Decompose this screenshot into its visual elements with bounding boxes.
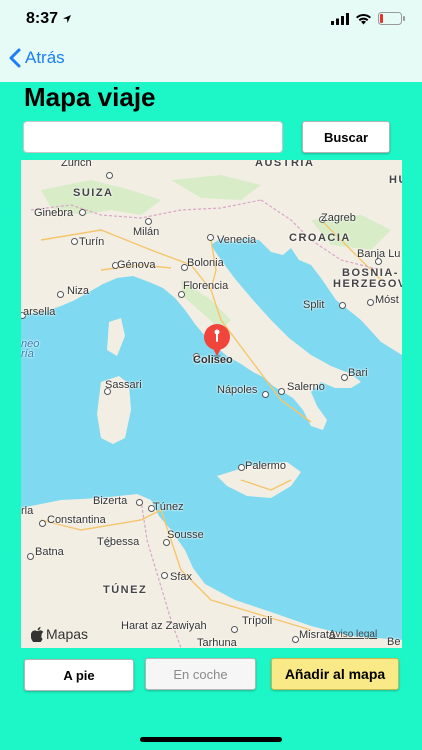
map-label-florencia: Florencia — [183, 280, 229, 292]
map-dot-tripoli — [231, 626, 238, 633]
map-label-bolonia: Bolonia — [187, 257, 224, 269]
battery-low-icon — [378, 12, 405, 25]
map-label-palermo: Palermo — [245, 460, 286, 472]
map-pin-icon[interactable] — [202, 323, 232, 359]
car-button[interactable]: En coche — [145, 658, 256, 690]
home-indicator — [140, 737, 282, 742]
map-label-bizerta: Bizerta — [93, 495, 128, 507]
map-label-sousse: Sousse — [167, 529, 204, 541]
top-bar: 8:37 Atrás — [0, 0, 422, 82]
map-label-marsella: arsella — [23, 306, 56, 318]
map-dot-bizerta — [136, 499, 143, 506]
map-label-harat: Harat az Zawiyah — [121, 620, 207, 632]
map-label-niza: Niza — [67, 285, 90, 297]
map-dot-bari — [341, 374, 348, 381]
walk-button[interactable]: A pie — [24, 659, 134, 691]
map-label-tunez-city: Túnez — [153, 501, 184, 513]
map-dot-split — [339, 302, 346, 309]
legal-link[interactable]: Aviso legal — [329, 629, 377, 640]
map-dot-zurich — [106, 172, 113, 179]
time-text: 8:37 — [26, 10, 59, 27]
search-button[interactable]: Buscar — [302, 121, 390, 153]
map-dot-mostar — [367, 299, 374, 306]
map-label-turin: Turín — [79, 236, 105, 248]
map-dot-misrata — [292, 636, 299, 643]
map-label-ria: rla — [21, 505, 34, 517]
map-dot-venecia — [207, 234, 214, 241]
apple-logo-icon — [31, 626, 44, 642]
apple-maps-logo: Mapas — [31, 626, 88, 642]
back-button[interactable]: Atrás — [8, 48, 65, 68]
map-label-sassari: Sassari — [105, 379, 142, 391]
map-label-austria: AUSTRIA — [255, 160, 315, 169]
map-dot-turin — [71, 238, 78, 245]
map-label-herzegovina: HERZEGOVI — [333, 278, 402, 290]
map-label-tunez-country: TÚNEZ — [103, 584, 148, 596]
map-dot-niza — [57, 291, 64, 298]
map-dot-constantina — [39, 520, 46, 527]
add-to-map-button[interactable]: Añadir al mapa — [271, 658, 399, 690]
map-dot-milan — [145, 218, 152, 225]
map-label-napoles: Nápoles — [217, 384, 258, 396]
map-label-bari: Bari — [348, 367, 368, 379]
status-bar: 8:37 — [0, 0, 422, 40]
map-dot-palermo — [238, 464, 245, 471]
map-label-suiza: SUIZA — [73, 187, 114, 199]
map-label-zagreb: Zagreb — [321, 212, 356, 224]
map-label-tebessa: Tébessa — [97, 536, 140, 548]
map-label-sea-left-2: ría — [21, 348, 34, 360]
map-dot-florencia — [178, 291, 185, 298]
map-view[interactable]: SUIZA AUSTRIA HU CROACIA BOSNIA- HERZEGO… — [21, 160, 402, 648]
wifi-icon — [356, 13, 371, 24]
back-label: Atrás — [25, 48, 65, 67]
map-dot-ginebra — [79, 209, 86, 216]
status-time: 8:37 — [26, 10, 72, 28]
page-title: Mapa viaje — [24, 82, 156, 112]
map-dot-sfax — [161, 572, 168, 579]
map-label-venecia: Venecia — [217, 234, 257, 246]
status-icons — [331, 12, 406, 25]
map-label-croacia: CROACIA — [289, 232, 351, 244]
map-label-hu: HU — [389, 174, 402, 186]
map-dot-salerno — [278, 388, 285, 395]
map-label-genova: Génova — [117, 259, 156, 271]
maps-attribution: Mapas — [46, 626, 89, 642]
map-label-salerno: Salerno — [287, 381, 325, 393]
map-label-tripoli: Trípoli — [242, 615, 273, 627]
chevron-left-icon — [9, 48, 21, 68]
map-dot-batna — [27, 553, 34, 560]
map-label-constantina: Constantina — [47, 514, 106, 526]
map-label-split: Split — [303, 299, 325, 311]
map-label-ginebra: Ginebra — [34, 207, 74, 219]
map-dot-napoles — [262, 391, 269, 398]
search-input[interactable] — [23, 121, 283, 153]
map-label-be: Be — [387, 636, 401, 648]
map-label-mostar: Móst — [375, 294, 399, 306]
map-label-batna: Batna — [35, 546, 64, 558]
map-label-zurich: Zúrich — [61, 160, 92, 169]
signal-bars-icon — [331, 12, 349, 25]
map-label-sfax: Sfax — [170, 571, 193, 583]
location-arrow-icon — [63, 15, 72, 23]
corsica-land — [107, 318, 125, 356]
map-label-tarhuna: Tarhuna — [197, 637, 237, 648]
map-label-milan: Milán — [133, 226, 160, 238]
map-label-banja-luka: Banja Lu — [357, 248, 401, 260]
